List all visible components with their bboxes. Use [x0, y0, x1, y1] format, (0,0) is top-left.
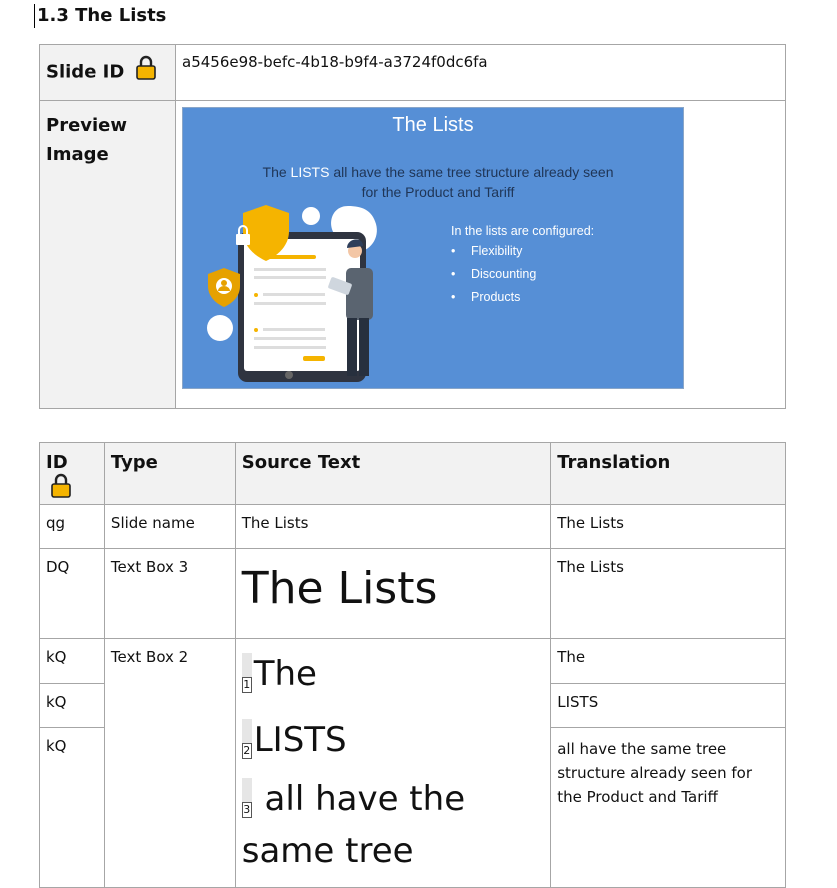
- row-id: kQ: [39, 638, 105, 684]
- slide-subtitle: The LISTS all have the same tree structu…: [253, 162, 623, 202]
- slide-bullet-list: Flexibility Discounting Products: [451, 244, 536, 313]
- slide-subtitle-highlight: LISTS: [290, 164, 330, 180]
- header-id: ID: [46, 452, 68, 473]
- preview-image-cell: The Lists The LISTS all have the same tr…: [175, 100, 786, 409]
- segment-tag-icon: 2: [241, 719, 252, 759]
- preview-label: Preview: [46, 115, 128, 136]
- table-row: DQ Text Box 3 The Lists The Lists: [39, 548, 786, 639]
- row-translation[interactable]: The Lists: [550, 548, 786, 639]
- row-type: Text Box 3: [103, 548, 236, 639]
- translation-table: ID Type Source Text Translation qg Slide…: [39, 442, 786, 888]
- row-translation[interactable]: all have the same tree structure already…: [550, 727, 786, 888]
- segment-text: LISTS: [253, 720, 347, 760]
- lock-icon: [50, 473, 72, 504]
- header-source: Source Text: [234, 442, 552, 505]
- row-type: Slide name: [103, 504, 236, 549]
- segment-tag-icon: 3: [241, 778, 252, 818]
- table-row: kQ Text Box 2 1 The 2 LISTS 3 all have the…: [39, 638, 786, 888]
- section-heading: 1.3 The Lists: [34, 4, 166, 28]
- source-segment: 1 The: [241, 641, 545, 707]
- header-type: Type: [103, 442, 236, 505]
- slide-bullet: Flexibility: [451, 244, 536, 267]
- row-id: kQ: [39, 683, 105, 728]
- slide-bullet: Discounting: [451, 267, 536, 290]
- segment-tag-icon: 1: [241, 653, 252, 693]
- row-id: kQ: [39, 727, 105, 888]
- row-id: qg: [39, 504, 105, 549]
- row-translation[interactable]: LISTS: [550, 683, 786, 728]
- row-source[interactable]: The Lists: [234, 504, 552, 549]
- slide-title: The Lists: [392, 114, 474, 136]
- segment-text: The: [253, 654, 317, 694]
- slide-meta-table: Slide ID a5456e98-befc-4b18-b9f4-a3724f0…: [39, 44, 786, 409]
- slide-list-heading: In the lists are configured:: [451, 224, 595, 238]
- slide-subtitle-pre: The: [262, 164, 291, 180]
- row-translation[interactable]: The: [550, 638, 786, 684]
- row-source-segments[interactable]: 1 The 2 LISTS 3 all have the same tree: [234, 638, 552, 888]
- preview-label-cell: Preview Image: [39, 100, 176, 409]
- source-segment: 3 all have the same tree: [241, 773, 545, 877]
- slide-bullet: Products: [451, 290, 536, 313]
- slide-subtitle-post: all have the same tree structure already…: [329, 164, 614, 200]
- header-id-cell: ID: [39, 442, 105, 505]
- table-row: qg Slide name The Lists The Lists: [39, 504, 786, 549]
- header-translation: Translation: [550, 442, 786, 505]
- image-label: Image: [46, 144, 109, 165]
- segment-text: all have the same tree: [241, 779, 466, 871]
- slide-illustration: [207, 205, 377, 382]
- row-source[interactable]: The Lists: [234, 548, 552, 639]
- slide-id-label: Slide ID: [46, 61, 125, 83]
- source-segment: 2 LISTS: [241, 707, 545, 773]
- row-type: Text Box 2: [103, 638, 236, 888]
- slide-id-value: a5456e98-befc-4b18-b9f4-a3724f0dc6fa: [175, 44, 786, 101]
- row-translation[interactable]: The Lists: [550, 504, 786, 549]
- slide-preview-image[interactable]: The Lists The LISTS all have the same tr…: [182, 107, 684, 389]
- row-id: DQ: [39, 548, 105, 639]
- slide-id-label-cell: Slide ID: [39, 44, 176, 101]
- lock-icon: [135, 55, 157, 90]
